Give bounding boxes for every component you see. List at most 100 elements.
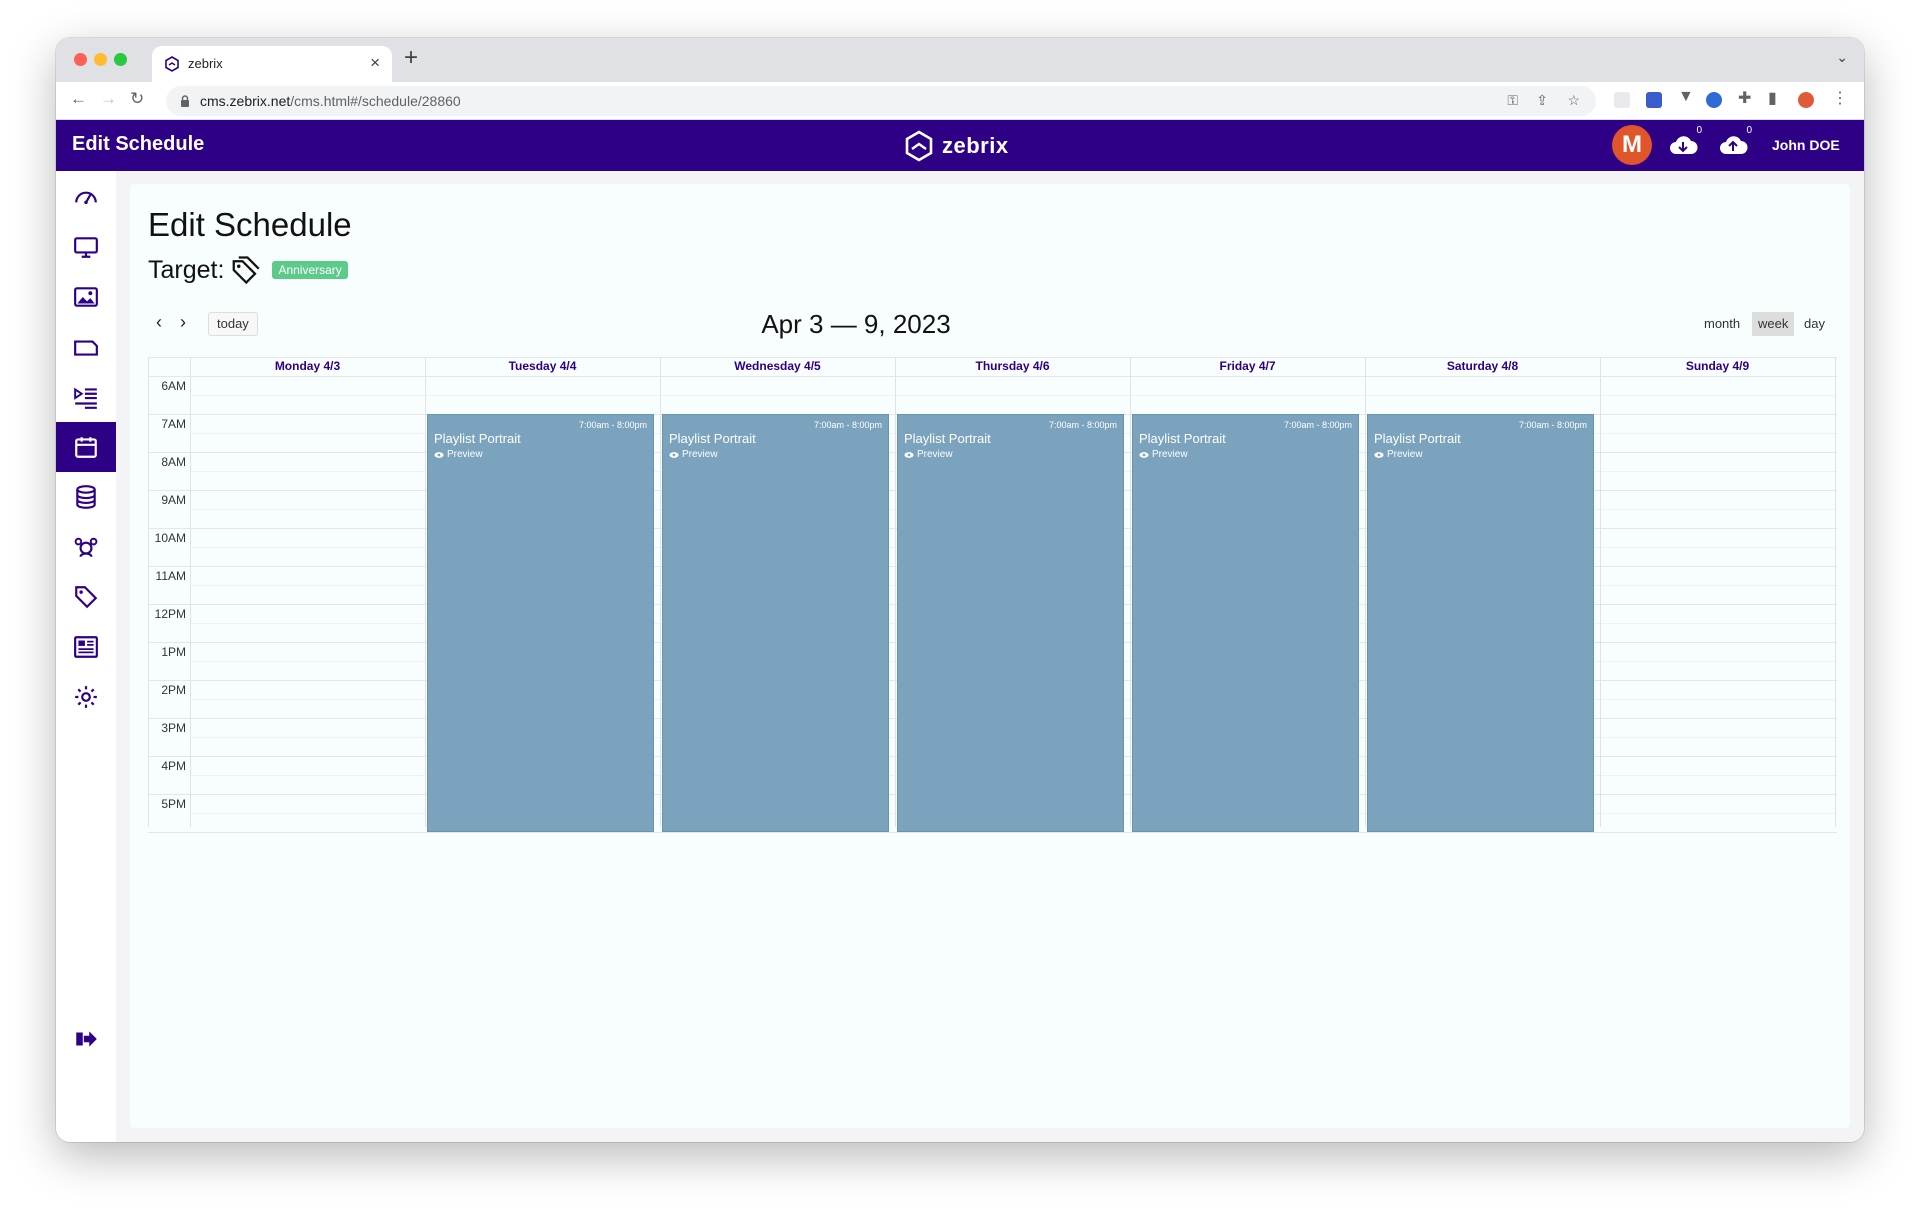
- sidebar-logout[interactable]: [56, 1014, 116, 1064]
- browser-menu-icon[interactable]: ⋮: [1832, 88, 1848, 108]
- view-day-button[interactable]: day: [1798, 312, 1831, 336]
- schedule-event[interactable]: 7:00am - 8:00pm Playlist Portrait Preview: [662, 414, 889, 832]
- maximize-window-button[interactable]: [114, 53, 127, 66]
- logo-text: zebrix: [942, 133, 1009, 158]
- browser-window: zebrix × + ⌄ ← → ↻ cms.zebrix.net/cms.ht…: [56, 38, 1864, 1142]
- calendar-icon: [75, 437, 97, 458]
- schedule-event[interactable]: 7:00am - 8:00pm Playlist Portrait Preview: [897, 414, 1124, 832]
- sidebar-item-screens[interactable]: [56, 222, 116, 272]
- close-window-button[interactable]: [74, 53, 87, 66]
- event-preview-link[interactable]: Preview: [1374, 449, 1423, 460]
- preview-label: Preview: [1152, 449, 1188, 460]
- user-avatar[interactable]: M: [1612, 125, 1652, 165]
- schedule-event[interactable]: 7:00am - 8:00pm Playlist Portrait Preview: [427, 414, 654, 832]
- time-label: 1PM: [161, 645, 186, 659]
- cloud-upload-icon: [1720, 136, 1748, 154]
- event-name: Playlist Portrait: [904, 431, 991, 446]
- tab-close-icon[interactable]: ×: [370, 53, 380, 73]
- date-range-title: Apr 3 — 9, 2023: [761, 309, 951, 339]
- minimize-window-button[interactable]: [94, 53, 107, 66]
- profile-icon[interactable]: [1798, 92, 1814, 108]
- browser-toolbar: ← → ↻ cms.zebrix.net/cms.html#/schedule/…: [56, 82, 1864, 120]
- zebrix-favicon-icon: [164, 56, 180, 72]
- schedule-event[interactable]: 7:00am - 8:00pm Playlist Portrait Preview: [1367, 414, 1594, 832]
- extension-3-icon[interactable]: ▼: [1678, 88, 1694, 106]
- sidebar-item-news[interactable]: [56, 622, 116, 672]
- extension-1-icon[interactable]: [1614, 92, 1630, 108]
- target-badge[interactable]: Anniversary: [272, 261, 348, 279]
- address-bar[interactable]: cms.zebrix.net/cms.html#/schedule/28860 …: [166, 86, 1596, 116]
- back-icon[interactable]: ←: [70, 89, 87, 109]
- eye-icon: [1139, 451, 1149, 458]
- event-preview-link[interactable]: Preview: [1139, 449, 1188, 460]
- app-header: Edit Schedule zebrix M 0 0 John DOE: [56, 120, 1864, 171]
- sidebar-item-schedule[interactable]: [56, 422, 116, 472]
- day-header: Monday 4/3: [274, 359, 341, 373]
- time-column-line: [190, 357, 191, 827]
- time-label: 7AM: [161, 417, 186, 431]
- key-icon[interactable]: ⚿: [1507, 92, 1518, 109]
- zebrix-logo-icon: [905, 130, 933, 162]
- prev-week-icon[interactable]: ‹: [156, 312, 162, 333]
- eye-icon: [434, 451, 444, 458]
- download-count: 0: [1696, 125, 1702, 136]
- logout-icon: [76, 1031, 97, 1047]
- event-preview-link[interactable]: Preview: [434, 449, 483, 460]
- target-label: Target:: [148, 255, 225, 284]
- event-preview-link[interactable]: Preview: [669, 449, 718, 460]
- browser-tab[interactable]: zebrix ×: [152, 46, 392, 82]
- sidebar-item-media[interactable]: [56, 272, 116, 322]
- event-preview-link[interactable]: Preview: [904, 449, 953, 460]
- preview-label: Preview: [917, 449, 953, 460]
- extension-2-icon[interactable]: [1646, 92, 1662, 108]
- sidebar-item-settings[interactable]: [56, 672, 116, 722]
- sidebar: [56, 171, 116, 1142]
- day-column-line: [1600, 357, 1601, 827]
- day-column-line: [1835, 357, 1836, 827]
- time-label: 6AM: [161, 379, 186, 393]
- sidebar-item-data[interactable]: [56, 472, 116, 522]
- tab-search-icon[interactable]: ⌄: [1836, 49, 1848, 66]
- sidebar-item-folders[interactable]: [56, 322, 116, 372]
- eye-icon: [904, 451, 914, 458]
- extension-4-icon[interactable]: [1706, 92, 1722, 108]
- time-label: 8AM: [161, 455, 186, 469]
- next-week-icon[interactable]: ›: [180, 312, 186, 333]
- hour-line: [148, 376, 1837, 377]
- reload-icon[interactable]: ↻: [130, 89, 144, 109]
- download-cloud-button[interactable]: 0: [1668, 125, 1702, 159]
- user-name[interactable]: John DOE: [1772, 137, 1840, 153]
- sidebar-item-playlists[interactable]: [56, 372, 116, 422]
- event-name: Playlist Portrait: [1374, 431, 1461, 446]
- grid-left-line: [148, 357, 149, 827]
- view-week-button[interactable]: week: [1752, 312, 1795, 336]
- tab-strip: zebrix × + ⌄: [56, 38, 1864, 82]
- event-time: 7:00am - 8:00pm: [1518, 420, 1587, 430]
- day-column-line: [895, 357, 896, 827]
- sidebar-item-tags[interactable]: [56, 572, 116, 622]
- sidebar-item-dashboard[interactable]: [56, 172, 116, 222]
- side-panel-icon[interactable]: ▮: [1768, 88, 1777, 108]
- upload-cloud-button[interactable]: 0: [1718, 125, 1752, 159]
- event-time: 7:00am - 8:00pm: [1283, 420, 1352, 430]
- bookmark-star-icon[interactable]: ☆: [1567, 92, 1580, 109]
- share-icon[interactable]: ⇪: [1536, 92, 1548, 109]
- schedule-event[interactable]: 7:00am - 8:00pm Playlist Portrait Preview: [1132, 414, 1359, 832]
- event-time: 7:00am - 8:00pm: [813, 420, 882, 430]
- view-month-button[interactable]: month: [1698, 312, 1746, 336]
- settings-icon: [75, 686, 97, 708]
- time-label: 11AM: [155, 569, 186, 583]
- day-column-line: [1130, 357, 1131, 827]
- forward-icon[interactable]: →: [100, 89, 117, 109]
- extensions-puzzle-icon[interactable]: ✚: [1738, 88, 1751, 108]
- zebrix-logo[interactable]: zebrix: [904, 130, 1009, 162]
- database-icon: [76, 485, 96, 509]
- sidebar-item-users[interactable]: [56, 522, 116, 572]
- cloud-download-icon: [1670, 136, 1698, 154]
- url-text: cms.zebrix.net/cms.html#/schedule/28860: [200, 93, 461, 109]
- header-page-title: Edit Schedule: [72, 133, 205, 155]
- today-button[interactable]: today: [208, 312, 258, 336]
- monitor-icon: [74, 237, 98, 258]
- grid-bottom-line: [148, 832, 1837, 833]
- new-tab-button[interactable]: +: [404, 44, 418, 72]
